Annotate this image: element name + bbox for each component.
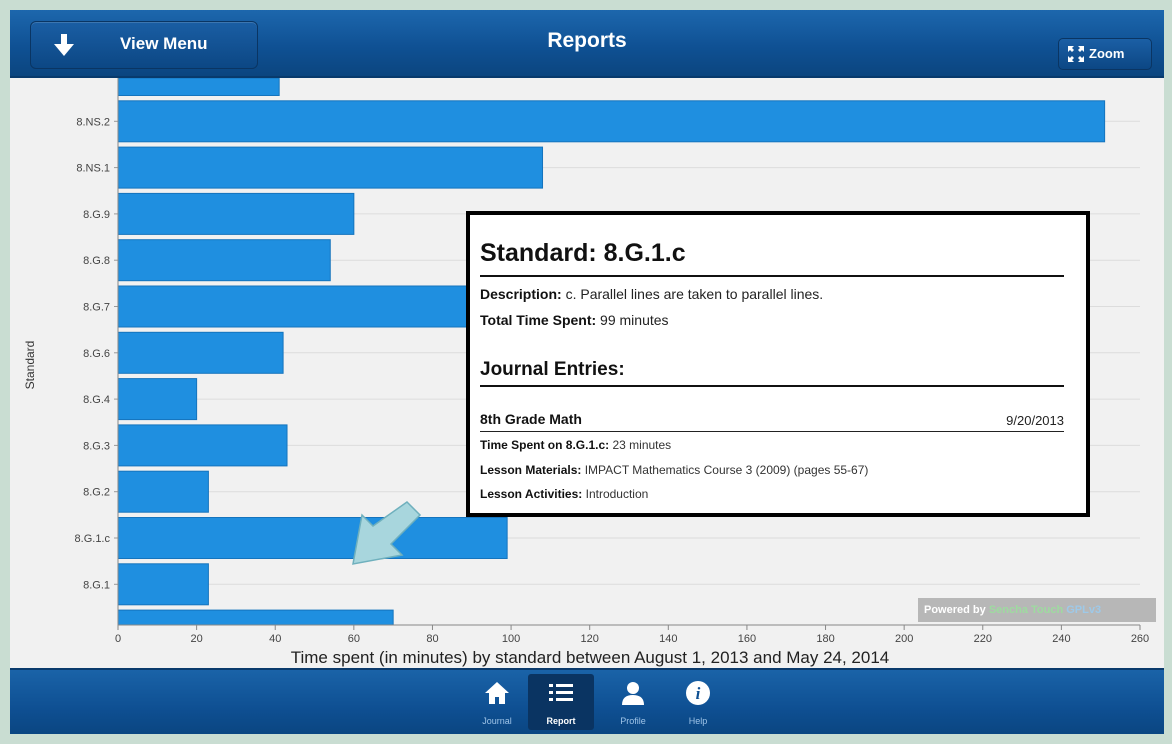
bar-partial[interactable]: [117, 609, 394, 626]
tab-journal[interactable]: Journal: [464, 674, 530, 730]
home-icon: [485, 682, 509, 704]
total-time-row: Total Time Spent: 99 minutes: [480, 312, 1064, 328]
entry-activities-label: Lesson Activities:: [480, 487, 583, 501]
info-icon: i: [686, 681, 710, 705]
app-window: View Menu Reports Zoom 8.NS.2 8.NS.1 8.G.9…: [10, 10, 1164, 734]
tab-help[interactable]: i Help: [665, 674, 731, 730]
popup-title: Standard: 8.G.1.c: [480, 239, 686, 267]
bar-8-ns-2[interactable]: [117, 100, 1106, 143]
entry-activities-row: Lesson Activities: Introduction: [480, 487, 1064, 501]
bar-8-g-1[interactable]: [117, 563, 209, 606]
powered-by-license: GPLv3: [1066, 604, 1102, 616]
y-tick-label: 8.G.8: [83, 255, 110, 267]
entry-materials-value: IMPACT Mathematics Course 3 (2009) (page…: [584, 463, 869, 477]
y-tick-label: 8.G.3: [83, 440, 110, 452]
powered-by-product: Sencha Touch: [988, 604, 1064, 616]
x-tick-label: 200: [895, 633, 913, 645]
x-tick-label: 60: [348, 633, 360, 645]
entry-time-value: 23 minutes: [612, 438, 672, 452]
tab-journal-label: Journal: [482, 716, 512, 726]
y-tick-label: 8.G.4: [83, 394, 110, 406]
bar-8-g-4[interactable]: [117, 378, 198, 421]
entry-time-label: Time Spent on 8.G.1.c:: [480, 438, 610, 452]
x-tick-label: 20: [190, 633, 202, 645]
description-row: Description: c. Parallel lines are taken…: [480, 286, 1064, 302]
entry-materials-label: Lesson Materials:: [480, 463, 582, 477]
divider: [480, 431, 1064, 432]
bar-8-g-3[interactable]: [117, 424, 288, 467]
bar-partial[interactable]: [117, 78, 280, 96]
x-tick-label: 180: [816, 633, 834, 645]
tab-profile[interactable]: Profile: [600, 674, 666, 730]
divider: [480, 385, 1064, 387]
zoom-button[interactable]: Zoom: [1058, 38, 1152, 70]
bar-8-ns-1[interactable]: [117, 146, 544, 189]
entry-activities-value: Introduction: [585, 487, 649, 501]
x-tick-label: 220: [974, 633, 992, 645]
bar-8-g-8[interactable]: [117, 239, 331, 282]
bar-8-g-2[interactable]: [117, 470, 209, 513]
y-tick-label: 8.NS.2: [76, 116, 110, 128]
top-toolbar: View Menu Reports Zoom: [10, 10, 1164, 78]
divider: [480, 275, 1064, 277]
y-tick-label: 8.G.6: [83, 348, 110, 360]
x-tick-label: 240: [1052, 633, 1070, 645]
description-value: c. Parallel lines are taken to parallel …: [565, 286, 824, 302]
journal-entries-heading: Journal Entries:: [480, 359, 625, 380]
entry-materials-row: Lesson Materials: IMPACT Mathematics Cou…: [480, 463, 1064, 477]
bar-8-g-9[interactable]: [117, 192, 355, 235]
tab-help-label: Help: [688, 716, 708, 726]
y-axis-title: Standard: [23, 340, 37, 390]
y-tick-label: 8.G.9: [83, 209, 110, 221]
list-icon: [549, 684, 573, 701]
bottom-tab-bar: Journal Report Profile i Help: [10, 668, 1164, 734]
x-tick-label: 120: [581, 633, 599, 645]
y-tick-label: 8.G.2: [83, 487, 110, 499]
x-axis-title: Time spent (in minutes) by standard betw…: [290, 648, 890, 667]
y-tick-label: 8.G.7: [83, 302, 110, 314]
powered-by-prefix: Powered by: [924, 604, 986, 616]
view-menu-label: View Menu: [120, 34, 208, 53]
x-tick-label: 100: [502, 633, 520, 645]
entry-date: 9/20/2013: [1006, 413, 1064, 428]
x-tick-label: 160: [738, 633, 756, 645]
x-tick-label: 0: [115, 633, 121, 645]
x-tick-label: 140: [659, 633, 677, 645]
y-tick-label: 8.G.1.c: [75, 533, 111, 545]
bar-8-g-6[interactable]: [117, 331, 284, 374]
user-icon: [622, 682, 644, 705]
description-label: Description:: [480, 286, 562, 302]
arrow-down-icon: [54, 34, 74, 56]
total-time-value: 99 minutes: [600, 312, 669, 328]
tab-report-label: Report: [546, 716, 576, 726]
expand-icon: [1068, 46, 1084, 62]
bar-8-g-1-c[interactable]: [117, 517, 508, 559]
view-menu-button[interactable]: View Menu: [30, 21, 258, 69]
zoom-label: Zoom: [1089, 46, 1125, 61]
tab-profile-label: Profile: [620, 716, 646, 726]
powered-by-badge[interactable]: Powered by Sencha Touch GPLv3: [918, 598, 1156, 622]
standard-detail-popup: Standard: 8.G.1.c Description: c. Parall…: [466, 211, 1090, 517]
y-tick-label: 8.NS.1: [76, 163, 110, 175]
x-tick-label: 80: [426, 633, 438, 645]
tab-report[interactable]: Report: [528, 674, 594, 730]
svg-text:i: i: [696, 684, 701, 703]
x-tick-label: 260: [1131, 633, 1149, 645]
total-time-label: Total Time Spent:: [480, 312, 597, 328]
x-tick-label: 40: [269, 633, 281, 645]
y-tick-label: 8.G.1: [83, 579, 110, 591]
entry-time-row: Time Spent on 8.G.1.c: 23 minutes: [480, 438, 1064, 452]
